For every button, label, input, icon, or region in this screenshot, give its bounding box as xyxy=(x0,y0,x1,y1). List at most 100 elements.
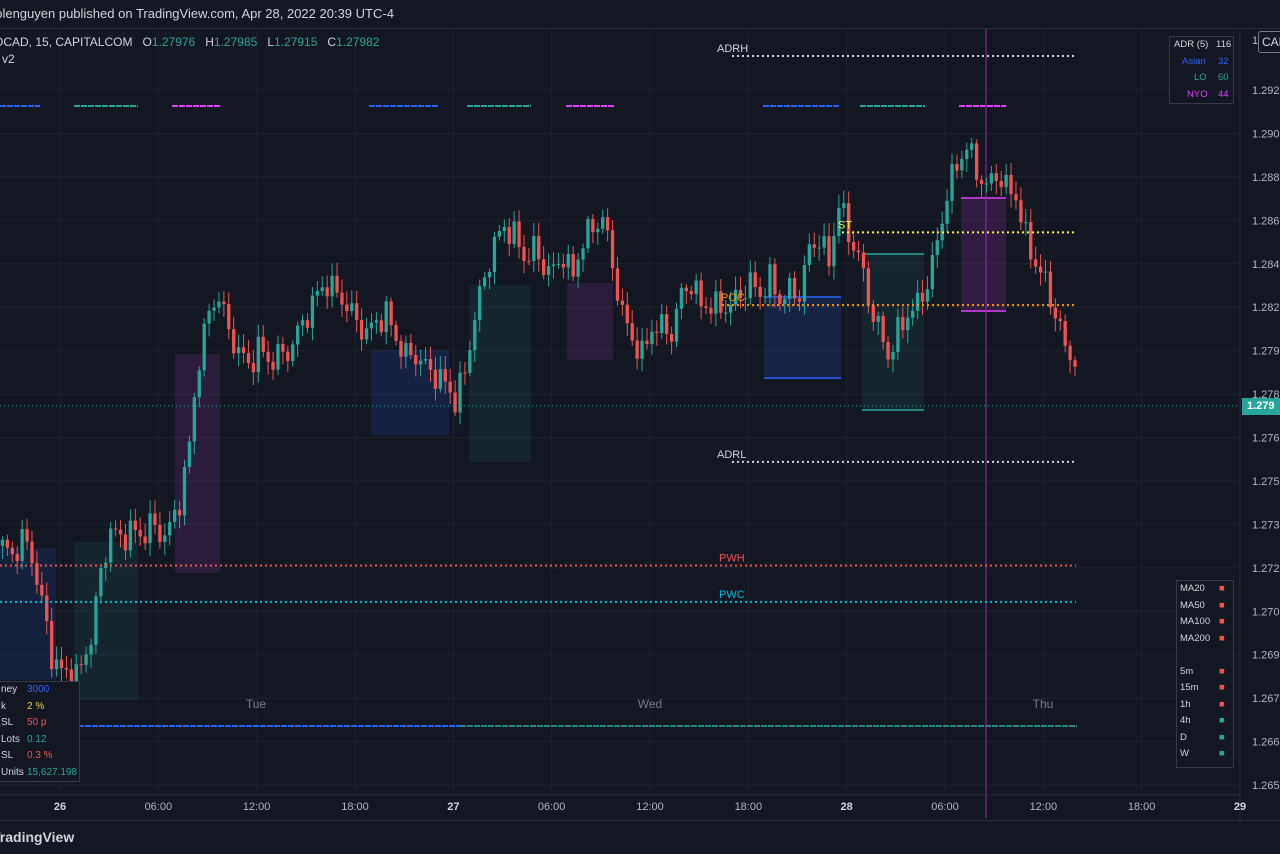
tf-row: 5m ■ xyxy=(1177,664,1233,681)
candle-body xyxy=(817,247,821,249)
candle-body xyxy=(305,320,310,328)
candle-body xyxy=(291,344,295,362)
ma-row: MA20 ■ xyxy=(1177,581,1233,598)
candle-body xyxy=(537,235,541,260)
tf-label: 1h xyxy=(1180,698,1191,710)
tradingview-logo[interactable]: TradingView xyxy=(0,829,74,845)
session-box xyxy=(371,350,449,435)
candle-body xyxy=(202,323,206,371)
candle-body xyxy=(5,539,10,548)
candle-body xyxy=(1034,259,1038,267)
candle-body xyxy=(163,535,167,543)
candle-body xyxy=(355,303,359,321)
risk-calculator-table: ney 3000 k 2 % SL 50 p Lots 0.12 SL 0.3 % Uni… xyxy=(0,681,80,782)
adr-label: NYO xyxy=(1187,88,1208,100)
candle-body xyxy=(532,235,536,261)
open-value: 1.27976 xyxy=(151,35,196,49)
time-tick-label: 26 xyxy=(54,801,66,813)
candle-body xyxy=(950,164,954,201)
level-label: ST xyxy=(838,219,852,231)
candle-body xyxy=(674,308,679,342)
candle-body xyxy=(399,340,403,357)
tf-label: 4h xyxy=(1180,715,1191,726)
candle-body xyxy=(694,280,698,295)
candle-body xyxy=(955,164,959,171)
candle-body xyxy=(10,547,14,555)
price-tick-label: 1.276 xyxy=(1252,433,1280,445)
candle-body xyxy=(335,275,339,293)
candle-body xyxy=(915,292,920,311)
compare-symbol-button[interactable]: CAD xyxy=(1258,31,1280,53)
risk-label: SL xyxy=(1,750,14,761)
candle-body xyxy=(1058,318,1062,322)
adr-title: ADR (5) xyxy=(1174,39,1209,50)
low-label: L xyxy=(267,35,275,49)
risk-row: k 2 % xyxy=(0,699,79,716)
candle-body xyxy=(25,529,29,542)
candle-body xyxy=(482,277,487,287)
candle-body xyxy=(246,353,251,363)
indicator-legend[interactable]: v2 xyxy=(2,52,15,66)
day-label: Wed xyxy=(638,697,662,711)
candle-body xyxy=(261,336,265,352)
tf-label: 5m xyxy=(1180,665,1194,677)
candle-body xyxy=(1043,271,1048,273)
candle-body xyxy=(173,509,177,522)
candle-body xyxy=(1053,307,1057,319)
candle-body xyxy=(876,315,880,322)
time-tick-label: 27 xyxy=(447,801,459,813)
candle-body xyxy=(143,536,147,544)
candle-body xyxy=(232,329,236,354)
candle-body xyxy=(783,298,787,304)
adr-value: 60 xyxy=(1218,72,1229,83)
trend-dot: ■ xyxy=(1219,616,1225,627)
candle-body xyxy=(192,397,196,442)
price-tick-label: 1.273 xyxy=(1252,519,1280,531)
risk-row: ney 3000 xyxy=(0,682,79,699)
time-axis[interactable]: 26 06:00 12:00 18:00 27 06:00 12:00 18:00 28 06:0… xyxy=(0,794,1246,813)
symbol-legend[interactable]: OCAD, 15, CAPITALCOM O1.27976 H1.27985 L… xyxy=(0,35,379,49)
indicator-name[interactable]: v2 xyxy=(2,52,15,66)
candle-body xyxy=(379,320,383,333)
adr-row-asian: Asian 32 xyxy=(1170,54,1233,71)
symbol-name[interactable]: OCAD, 15, CAPITALCOM xyxy=(0,35,132,49)
close-value: 1.27982 xyxy=(336,35,380,49)
candle-body xyxy=(350,303,354,311)
time-tick-label: 12:00 xyxy=(1030,801,1058,813)
candle-body xyxy=(502,226,506,232)
candle-body xyxy=(325,287,329,297)
candle-body xyxy=(896,317,900,352)
candle-body xyxy=(768,264,772,297)
candle-body xyxy=(1073,360,1077,367)
candle-body xyxy=(881,315,885,342)
candle-body xyxy=(197,370,201,398)
candle-body xyxy=(970,143,974,150)
time-tick-label: 28 xyxy=(841,801,853,813)
candle-body xyxy=(148,513,152,544)
candle-body xyxy=(901,317,905,331)
last-price-label: 1.279 xyxy=(1242,398,1280,415)
candle-body xyxy=(684,287,688,292)
candle-body xyxy=(556,264,561,266)
candle-body xyxy=(374,320,379,323)
ma-trend-table: MA20 ■ MA50 ■ MA100 ■ MA200 ■ 5m ■ 15m ■ 1h ■ 4… xyxy=(1176,580,1234,768)
price-axis[interactable]: 1.2921.2901.2881.2861.2841.2821.2791.278… xyxy=(1239,28,1280,820)
candle-body xyxy=(1029,222,1033,260)
candle-body xyxy=(812,244,816,248)
candle-body xyxy=(428,359,433,370)
candle-body xyxy=(359,320,364,340)
trend-dot: ■ xyxy=(1219,599,1225,611)
candle-body xyxy=(1019,200,1023,223)
trend-dot: ■ xyxy=(1219,698,1225,710)
candle-body xyxy=(1014,194,1018,201)
candle-body xyxy=(251,362,256,373)
candle-body xyxy=(487,272,492,278)
session-box xyxy=(961,198,1006,311)
candle-body xyxy=(187,441,192,467)
price-tick-label: 1.282 xyxy=(1252,302,1280,314)
candle-body xyxy=(20,529,24,561)
candle-body xyxy=(492,236,497,273)
price-chart[interactable]: Tue Wed Thu ADRH ST POC ADRL PWH PWC 1.292 1.290… xyxy=(0,0,1280,853)
tf-label: 15m xyxy=(1180,682,1199,693)
ma-row: MA200 ■ xyxy=(1177,631,1233,648)
